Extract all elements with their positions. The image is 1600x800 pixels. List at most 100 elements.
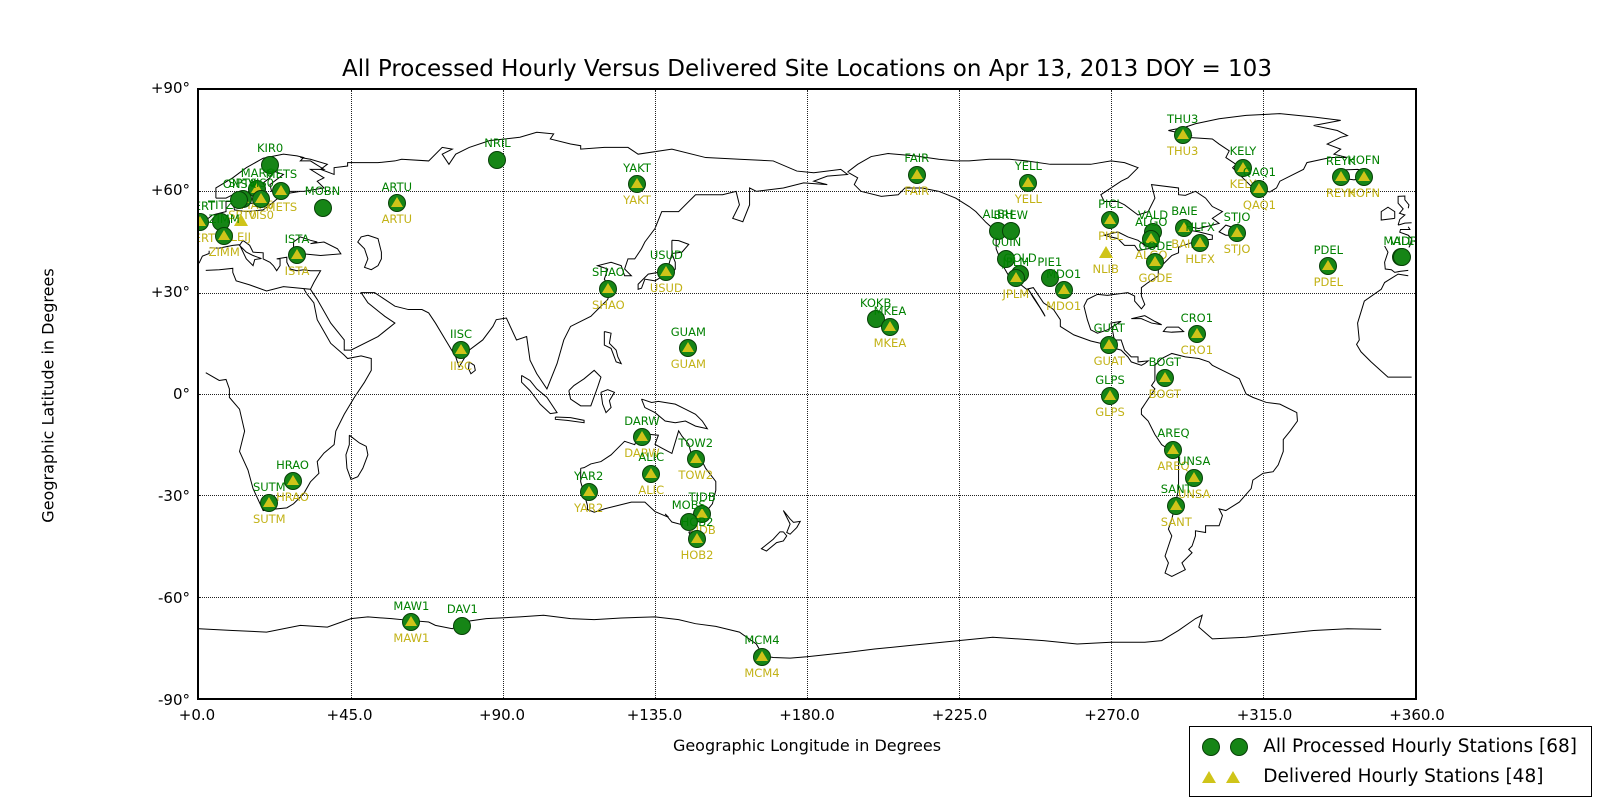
station-usud: USUDUSUD <box>657 263 675 281</box>
gridline-horizontal <box>199 293 1415 294</box>
station-label-delivered: USUD <box>650 283 683 295</box>
station-label-delivered: ZIMM <box>209 247 240 259</box>
delivered-triangle-marker <box>1253 183 1265 193</box>
coastline-path <box>1381 207 1395 220</box>
coastline-path <box>783 511 800 535</box>
delivered-triangle-marker <box>1104 390 1116 400</box>
station-yakt: YAKTYAKT <box>628 175 646 193</box>
station-sant: SANTSANT <box>1167 497 1185 515</box>
delivered-triangle-marker <box>455 344 467 354</box>
station-label-processed: GLPS <box>1095 375 1125 387</box>
delivered-triangle-marker <box>631 178 643 188</box>
delivered-triangle-marker <box>1099 246 1113 258</box>
station-pdel: PDELPDEL <box>1319 257 1337 275</box>
station-label-processed: ALIC <box>638 452 664 464</box>
station-stjo: STJOSTJO <box>1228 224 1246 242</box>
station-label-processed: THU3 <box>1167 114 1198 126</box>
station-label-processed: ISTA <box>285 234 310 246</box>
delivered-triangle-marker <box>391 197 403 207</box>
station-label-processed: DARW <box>624 416 659 428</box>
station-label-processed: ZIMM <box>209 214 240 226</box>
station-mobn: MOBN <box>314 199 332 217</box>
processed-circle-marker <box>314 199 332 217</box>
delivered-triangle-marker <box>1022 177 1034 187</box>
station-label-processed: YAR2 <box>574 471 603 483</box>
station-yar2: YAR2YAR2 <box>580 483 598 501</box>
station-yell: YELLYELL <box>1019 174 1037 192</box>
station-label-processed: STJO <box>1224 212 1251 224</box>
x-tick-label: +315.0 <box>1237 706 1293 724</box>
triangle-legend-markers <box>1202 771 1254 783</box>
delivered-triangle-marker <box>583 486 595 496</box>
y-tick-label: -30° <box>130 487 190 505</box>
station-bogt: BOGTBOGT <box>1156 369 1174 387</box>
station-label-processed: SUTM <box>253 482 286 494</box>
station-label-delivered: GODE <box>1138 273 1172 285</box>
station-label-delivered: MDO1 <box>1046 301 1081 313</box>
processed-circle-marker <box>453 617 471 635</box>
processed-circle-marker <box>488 151 506 169</box>
station-label-delivered: GUAM <box>671 359 706 371</box>
station-label-processed: GUAT <box>1094 323 1125 335</box>
station-label-processed: TOW2 <box>678 438 713 450</box>
station-label-delivered: STJO <box>1224 244 1251 256</box>
legend: All Processed Hourly Stations [68]Delive… <box>1189 726 1592 797</box>
station-label-processed: GUAM <box>671 327 706 339</box>
station-label-processed: HRAO <box>276 460 309 472</box>
station-mkea: MKEAMKEA <box>881 318 899 336</box>
coastline-path <box>604 332 621 364</box>
station-label-processed: MCM4 <box>744 635 779 647</box>
x-tick-label: +90.0 <box>479 706 525 724</box>
delivered-triangle-marker <box>1335 171 1347 181</box>
delivered-triangle-marker <box>1010 272 1022 282</box>
station-label-processed: BAIE <box>1171 206 1197 218</box>
delivered-triangle-marker <box>1231 227 1243 237</box>
delivered-triangle-marker <box>691 533 703 543</box>
station-label-processed: ONSA <box>223 179 256 191</box>
coastline-path <box>569 370 601 405</box>
station-dav1: DAV1 <box>453 617 471 635</box>
delivered-triangle-marker <box>645 468 657 478</box>
station-label-processed: BREW <box>993 210 1028 222</box>
station-shao: SHAOSHAO <box>599 280 617 298</box>
station-label-processed: TITZ <box>208 200 233 212</box>
delivered-triangle-marker <box>1159 372 1171 382</box>
station-label-processed: ALGO <box>1135 217 1167 229</box>
station-qaq1: QAQ1QAQ1 <box>1250 180 1268 198</box>
station-label-delivered: HOFN <box>1347 188 1380 200</box>
station-label-delivered: NLIB <box>1093 264 1119 276</box>
station-tow2: TOW2TOW2 <box>687 450 705 468</box>
station-nlib: NLIB <box>1097 244 1115 262</box>
station-label-processed: QAQ1 <box>1243 167 1276 179</box>
station-artu: ARTUARTU <box>388 194 406 212</box>
station-maw1: MAW1MAW1 <box>402 613 420 631</box>
x-tick-label: +135.0 <box>627 706 683 724</box>
station-label-delivered: JPLM <box>1003 289 1030 301</box>
gridline-horizontal <box>199 495 1415 496</box>
station-label-delivered: IISC <box>450 361 472 373</box>
x-tick-label: +360.0 <box>1389 706 1445 724</box>
station-label-delivered: THU3 <box>1167 146 1198 158</box>
station-label-processed: USUD <box>650 250 683 262</box>
station-label-delivered: FAIR <box>904 186 929 198</box>
delivered-triangle-marker <box>660 266 672 276</box>
delivered-triangle-marker <box>218 230 230 240</box>
station-guam: GUAMGUAM <box>679 339 697 357</box>
delivered-triangle-marker <box>884 321 896 331</box>
station-label-delivered: HERT <box>197 233 215 245</box>
delivered-triangle-marker <box>690 453 702 463</box>
station-label-processed: QUIN <box>992 237 1021 249</box>
delivered-triangle-marker <box>1058 284 1070 294</box>
delivered-triangle-marker <box>1191 328 1203 338</box>
legend-entry-label: All Processed Hourly Stations [68] <box>1263 736 1577 757</box>
coastline-path <box>555 417 584 423</box>
station-label-processed: HLFX <box>1185 222 1215 234</box>
station-label-delivered: MAW1 <box>393 633 429 645</box>
station-nril: NRIL <box>488 151 506 169</box>
station-label-delivered: HLFX <box>1185 254 1215 266</box>
delivered-triangle-marker <box>1188 472 1200 482</box>
station-label-delivered: SUTM <box>253 514 286 526</box>
coastline-path <box>358 235 382 269</box>
station-label-delivered: SANT <box>1161 517 1192 529</box>
y-tick-label: +60° <box>130 181 190 199</box>
